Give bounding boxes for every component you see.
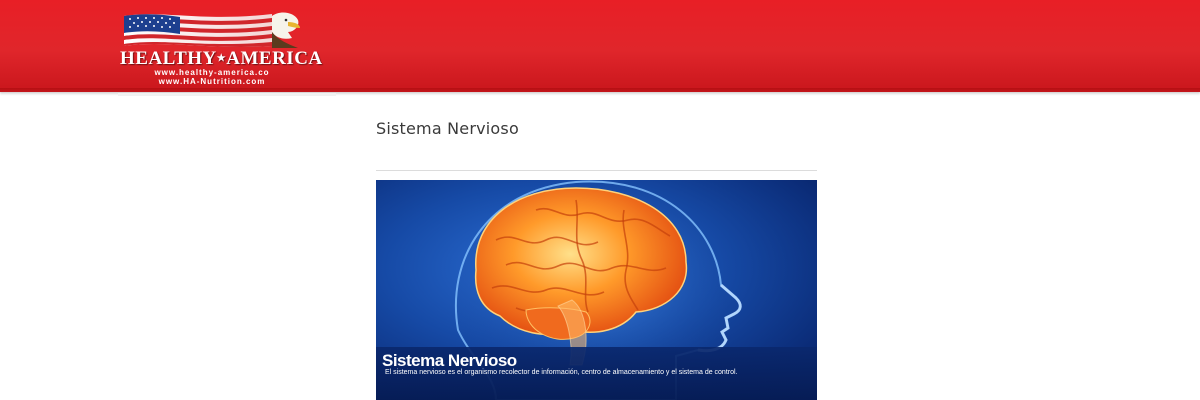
site-header: HEALTHY★AMERICA www.healthy-america.co w… <box>0 0 1200 92</box>
hero-caption-text: El sistema nervioso es el organismo reco… <box>385 369 738 376</box>
page: HEALTHY★AMERICA www.healthy-america.co w… <box>0 0 1200 400</box>
hero-caption-title: Sistema Nervioso <box>382 351 517 370</box>
logo-brand-left: HEALTHY <box>120 48 217 69</box>
logo-url-secondary: www.HA-Nutrition.com <box>158 77 266 86</box>
flag-eagle-icon <box>124 12 300 48</box>
hero-image: Sistema Nervioso El sistema nervioso es … <box>376 180 817 400</box>
star-icon: ★ <box>216 53 227 64</box>
title-divider <box>376 170 817 171</box>
hero-caption: Sistema Nervioso El sistema nervioso es … <box>376 347 817 400</box>
site-logo[interactable]: HEALTHY★AMERICA www.healthy-america.co w… <box>120 8 322 86</box>
logo-brand-right: AMERICA <box>226 48 323 69</box>
page-title: Sistema Nervioso <box>376 119 519 138</box>
left-divider <box>118 93 336 96</box>
logo-url-primary: www.healthy-america.co <box>154 68 270 77</box>
logo-wordmark: HEALTHY★AMERICA <box>120 48 322 70</box>
